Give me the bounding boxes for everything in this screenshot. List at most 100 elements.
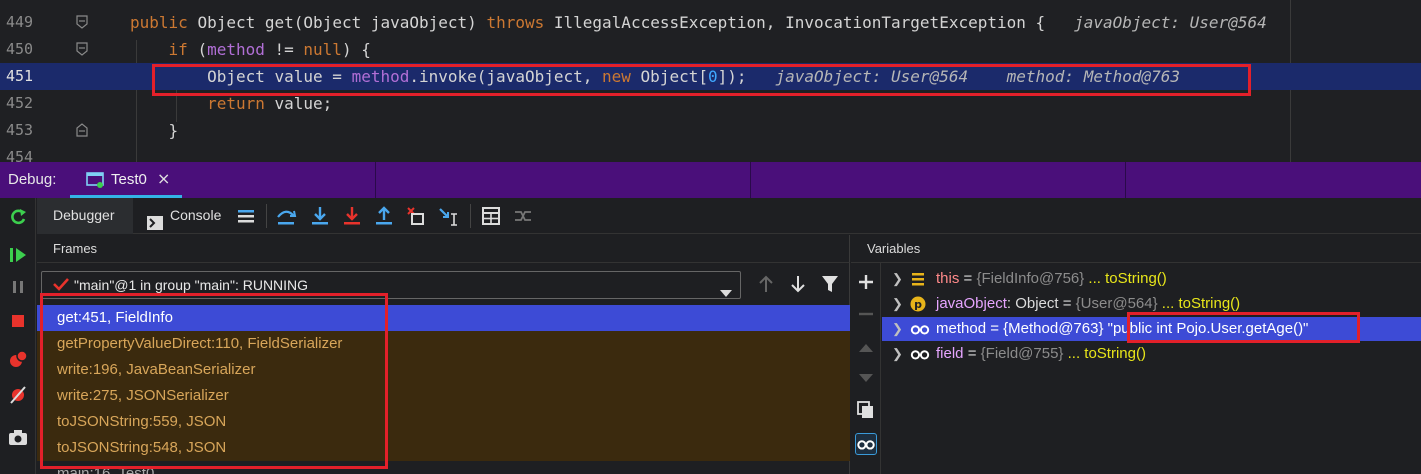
next-frame-button[interactable] (785, 271, 811, 299)
debug-label: Debug: (8, 171, 57, 188)
toolbar-separator (470, 204, 471, 228)
frames-title: Frames (53, 241, 98, 256)
code-line[interactable]: 453 } (0, 117, 1421, 144)
arrow-down-icon (785, 274, 811, 294)
variable-name: javaObject (936, 295, 1007, 312)
step-over-button[interactable] (275, 205, 297, 227)
variable-ref: {FieldInfo@756} (976, 270, 1085, 287)
stop-button[interactable] (7, 310, 29, 332)
show-watches-button[interactable] (855, 433, 877, 455)
fold-marker-icon[interactable] (76, 42, 88, 56)
filter-icon (817, 274, 843, 294)
code-token: null (303, 40, 342, 59)
menu-lines-icon (235, 205, 257, 227)
watch-icon (910, 321, 930, 337)
close-icon[interactable]: × (157, 169, 170, 188)
tab-console-label: Console (170, 207, 222, 223)
camera-icon (7, 426, 29, 448)
run-to-cursor-icon (437, 205, 459, 227)
variable-value[interactable]: ... toString() (1063, 345, 1146, 362)
show-execution-point-button[interactable] (235, 205, 257, 227)
code-line[interactable]: 450 if (method != null) { (0, 36, 1421, 63)
rerun-button[interactable] (7, 206, 29, 228)
divider (1125, 162, 1126, 198)
code-text[interactable]: } (130, 117, 179, 144)
new-watch-button[interactable] (855, 271, 877, 293)
debug-session-tab[interactable]: Test0 × (70, 162, 182, 198)
duplicate-watch-button[interactable] (855, 399, 877, 421)
variable-value[interactable]: ... toString() (1158, 295, 1240, 312)
step-into-button[interactable] (309, 205, 331, 227)
code-line[interactable]: 449 public Object get(Object javaObject) … (0, 9, 1421, 36)
remove-watch-button[interactable] (855, 303, 877, 325)
variable-ref: {User@564} (1075, 295, 1158, 312)
expand-chevron-icon[interactable]: ❯ (892, 342, 903, 366)
variable-ref: {Method@763} (1003, 320, 1104, 337)
view-breakpoints-button[interactable] (7, 348, 29, 370)
code-token: if (168, 40, 198, 59)
drop-frame-button[interactable] (405, 205, 427, 227)
resume-button[interactable] (7, 244, 29, 266)
expand-chevron-icon[interactable]: ❯ (892, 317, 903, 341)
line-number[interactable]: 451 (6, 63, 46, 90)
copy-icon (855, 399, 877, 421)
svg-text:p: p (914, 298, 922, 311)
resume-icon (7, 244, 29, 266)
line-number[interactable]: 454 (6, 144, 46, 162)
arrow-up-icon (753, 274, 779, 294)
move-watch-down-button[interactable] (855, 367, 877, 389)
divider (750, 162, 751, 198)
trace-current-stream-button[interactable] (512, 205, 534, 227)
variable-type: Object = (1015, 295, 1076, 312)
tab-debugger[interactable]: Debugger (37, 198, 133, 234)
step-out-button[interactable] (373, 205, 395, 227)
variable-row[interactable]: ❯ field = {Field@755} ... toString() (882, 342, 1421, 366)
pause-button[interactable] (7, 276, 29, 298)
previous-frame-button[interactable] (753, 271, 779, 299)
tab-console[interactable]: Console (145, 198, 233, 234)
code-highlight-box (152, 64, 1251, 96)
code-token: get (264, 13, 294, 32)
variable-ref: {Field@755} (980, 345, 1064, 362)
triangle-down-icon (855, 367, 877, 389)
run-to-cursor-button[interactable] (437, 205, 459, 227)
get-thread-dump-button[interactable] (7, 426, 29, 448)
step-into-icon (309, 205, 331, 227)
rerun-icon (7, 206, 29, 228)
code-token: != (264, 40, 304, 59)
line-number[interactable]: 450 (6, 36, 46, 63)
watch-icon (910, 346, 930, 362)
code-token: Object (197, 13, 265, 32)
expand-chevron-icon[interactable]: ❯ (892, 292, 903, 316)
debug-session-tab-label: Test0 (111, 171, 147, 188)
expand-chevron-icon[interactable]: ❯ (892, 267, 903, 291)
code-token: ( (197, 40, 208, 59)
line-number[interactable]: 453 (6, 117, 46, 144)
variable-name: field (936, 345, 964, 362)
fold-marker-icon[interactable] (76, 15, 88, 29)
debug-side-toolbar (0, 198, 36, 474)
chevron-down-icon (720, 283, 732, 302)
code-editor[interactable]: 449 public Object get(Object javaObject) … (0, 0, 1421, 162)
code-text[interactable]: if (method != null) { (130, 36, 371, 63)
evaluate-expression-button[interactable] (480, 205, 502, 227)
divider (375, 162, 376, 198)
code-text[interactable]: public Object get(Object javaObject) thr… (130, 9, 1267, 36)
code-line[interactable]: 454 (0, 144, 1421, 162)
line-number[interactable]: 449 (6, 9, 46, 36)
mute-breakpoints-icon (7, 384, 29, 406)
line-number[interactable]: 452 (6, 90, 46, 117)
frames-header: Frames (37, 235, 850, 263)
variable-row[interactable]: ❯ this = {FieldInfo@756} ... toString() (882, 267, 1421, 291)
variable-value[interactable]: ... toString() (1084, 270, 1166, 287)
filter-frames-button[interactable] (817, 271, 843, 299)
force-step-into-button[interactable] (341, 205, 363, 227)
mute-breakpoints-button[interactable] (7, 384, 29, 406)
drop-frame-icon (405, 205, 427, 227)
code-token: method (207, 40, 265, 59)
code-token: IllegalAccessException, InvocationTarget… (553, 13, 1046, 32)
move-watch-up-button[interactable] (855, 337, 877, 359)
fold-marker-icon[interactable] (76, 123, 88, 137)
